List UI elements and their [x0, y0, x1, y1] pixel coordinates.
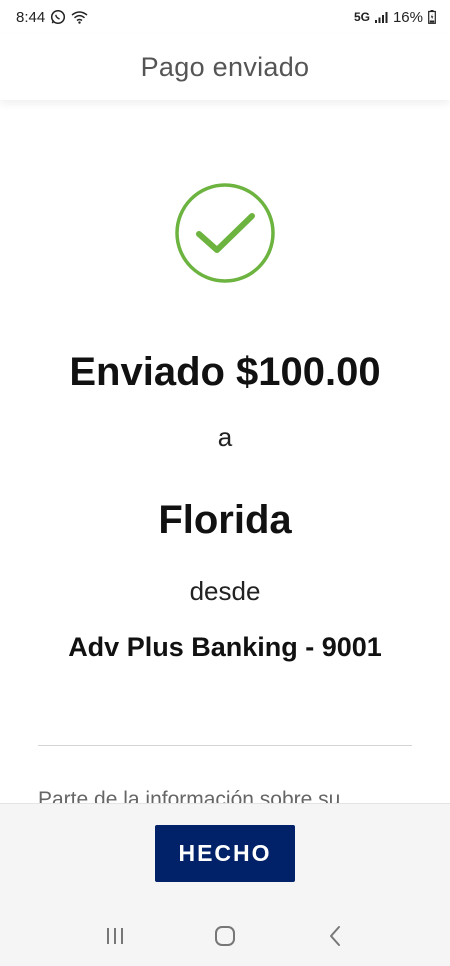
divider — [38, 745, 412, 746]
info-text: Parte de la información sobre su — [38, 788, 341, 803]
screen: 8:44 5G 16% Pago enviado Enviado $100.00… — [0, 0, 450, 966]
signal-icon — [374, 11, 388, 23]
status-right: 5G 16% — [354, 9, 436, 26]
source-account: Adv Plus Banking - 9001 — [68, 632, 382, 662]
app-header: Pago enviado — [0, 34, 450, 100]
system-nav-bar — [0, 906, 450, 966]
sent-amount: Enviado $100.00 — [69, 350, 381, 394]
network-type: 5G — [353, 10, 370, 24]
checkmark-circle-icon — [174, 182, 276, 284]
battery-percent: 16% — [392, 8, 423, 26]
from-label: desde — [189, 576, 261, 606]
status-left: 8:44 — [16, 9, 88, 26]
done-button[interactable]: HECHO — [155, 825, 295, 882]
action-bar: HECHO — [0, 803, 450, 907]
wifi-icon — [71, 10, 88, 24]
recent-apps-icon[interactable] — [95, 916, 135, 956]
back-icon[interactable] — [315, 916, 355, 956]
page-title: Pago enviado — [140, 51, 310, 82]
to-label: a — [217, 422, 233, 452]
whatsapp-icon — [50, 9, 66, 25]
confirmation-content: Enviado $100.00 a Florida desde Adv Plus… — [0, 100, 450, 803]
status-bar: 8:44 5G 16% — [0, 0, 450, 34]
battery-icon — [428, 10, 436, 24]
recipient-name: Florida — [158, 498, 292, 542]
home-icon[interactable] — [205, 916, 245, 956]
status-time: 8:44 — [16, 8, 46, 26]
